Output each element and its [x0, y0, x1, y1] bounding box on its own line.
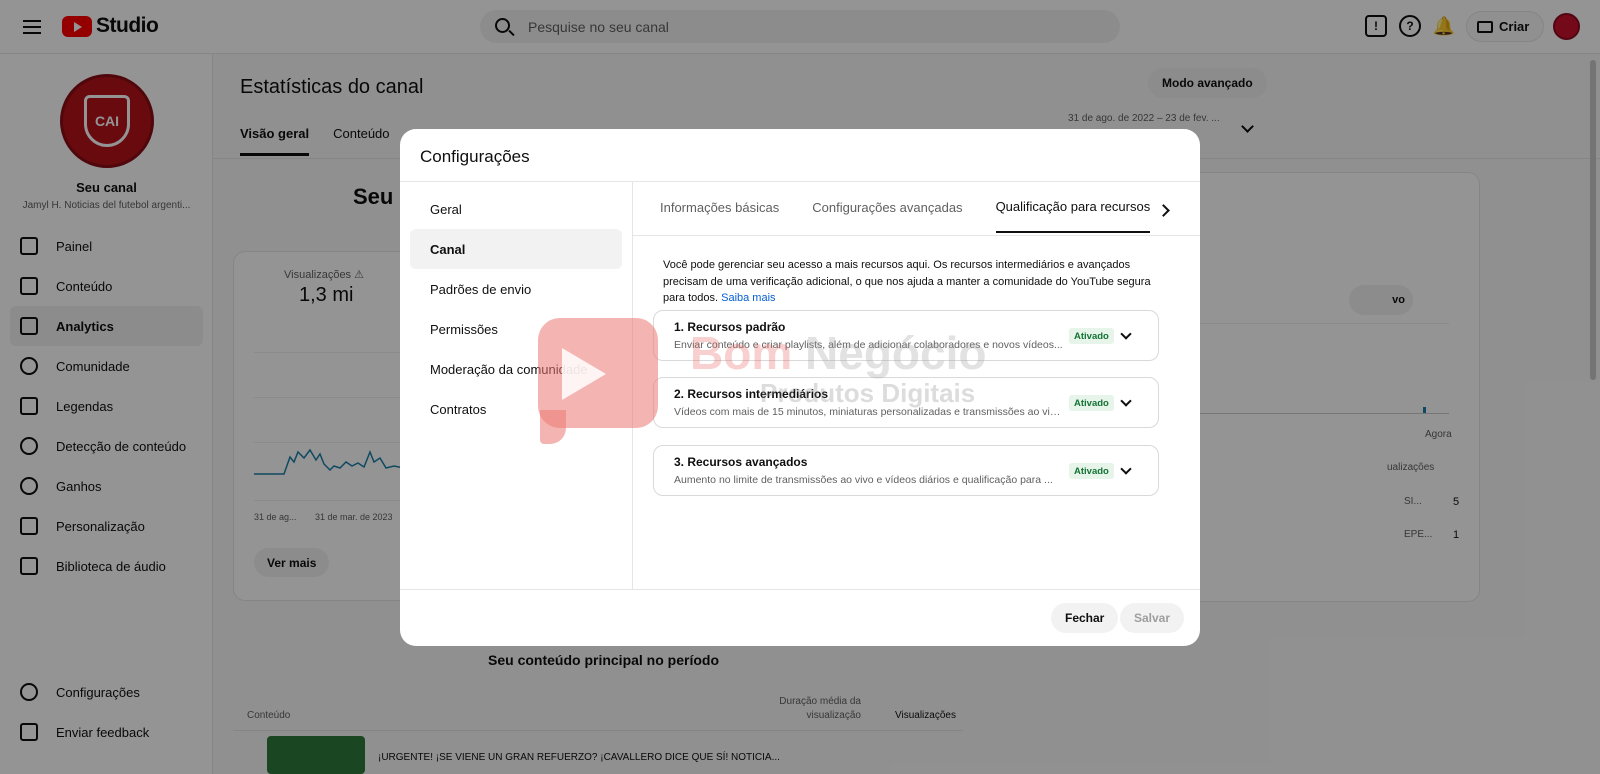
learn-more-link[interactable]: Saiba mais	[721, 292, 775, 304]
dialog-divider	[400, 589, 1200, 590]
chevron-right-icon[interactable]	[1157, 204, 1170, 217]
status-badge: Ativado	[1069, 395, 1114, 411]
tab-feature-eligibility[interactable]: Qualificação para recursos	[995, 182, 1151, 233]
dialog-title: Configurações	[420, 147, 530, 166]
settings-nav-agreements[interactable]: Contratos	[410, 389, 622, 429]
close-button[interactable]: Fechar	[1051, 603, 1119, 633]
settings-nav-community[interactable]: Moderação da comunidade	[410, 349, 622, 389]
feature-title: 1. Recursos padrão	[674, 320, 786, 334]
chevron-down-icon[interactable]	[1120, 463, 1132, 475]
tabs-divider	[633, 235, 1200, 236]
save-button[interactable]: Salvar	[1120, 603, 1185, 633]
feature-title: 3. Recursos avançados	[674, 455, 808, 469]
feature-description: Aumento no limite de transmissões ao viv…	[674, 474, 1053, 486]
tab-basic-info[interactable]: Informações básicas	[660, 182, 779, 233]
feature-intermediate[interactable]: 2. Recursos intermediários Vídeos com ma…	[653, 377, 1159, 428]
eligibility-intro: Você pode gerenciar seu acesso a mais re…	[663, 257, 1168, 307]
chevron-down-icon[interactable]	[1120, 328, 1132, 340]
feature-advanced[interactable]: 3. Recursos avançados Aumento no limite …	[653, 445, 1159, 496]
settings-nav-upload-defaults[interactable]: Padrões de envio	[410, 269, 622, 309]
settings-dialog: Configurações Geral Canal Padrões de env…	[400, 129, 1200, 646]
settings-nav: Geral Canal Padrões de envio Permissões …	[410, 189, 622, 429]
status-badge: Ativado	[1069, 328, 1114, 344]
feature-description: Vídeos com mais de 15 minutos, miniatura…	[674, 406, 1064, 418]
channel-settings-tabs: Informações básicas Configurações avança…	[660, 182, 1151, 233]
settings-nav-channel[interactable]: Canal	[410, 229, 622, 269]
tab-advanced-settings[interactable]: Configurações avançadas	[812, 182, 962, 233]
dialog-divider	[632, 181, 633, 589]
settings-nav-permissions[interactable]: Permissões	[410, 309, 622, 349]
chevron-down-icon[interactable]	[1120, 395, 1132, 407]
settings-nav-general[interactable]: Geral	[410, 189, 622, 229]
status-badge: Ativado	[1069, 463, 1114, 479]
feature-standard[interactable]: 1. Recursos padrão Enviar conteúdo e cri…	[653, 310, 1159, 361]
feature-title: 2. Recursos intermediários	[674, 387, 829, 401]
feature-description: Enviar conteúdo e criar playlists, além …	[674, 339, 1063, 351]
